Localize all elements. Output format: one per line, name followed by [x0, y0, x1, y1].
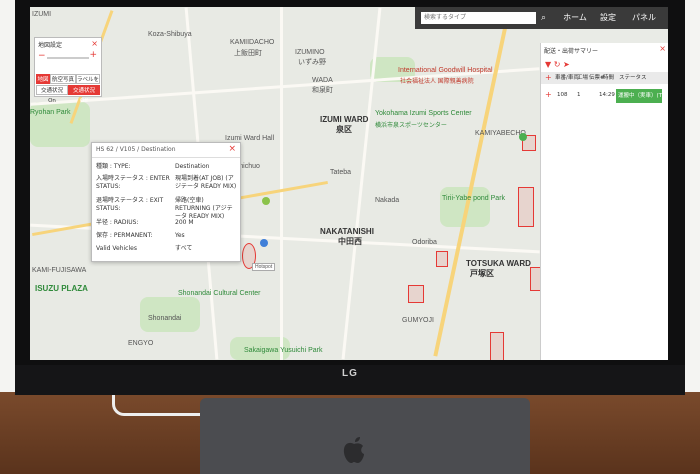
vehicle-cell: 108 — [557, 92, 568, 98]
zoom-out-icon[interactable]: − — [38, 51, 46, 61]
add-icon[interactable]: + — [545, 89, 552, 101]
popup-value: 現場到着(AT JOB) (アジテータ READY MIX) — [175, 175, 237, 190]
map-label: 戸塚区 — [470, 269, 494, 278]
geofence-zone[interactable] — [408, 285, 424, 303]
map-label: Sakaigawa Yusuichi Park — [244, 347, 323, 354]
highway — [433, 10, 511, 357]
map-label: 社会福祉法人 国際親善病院 — [400, 79, 474, 85]
popup-value: すべて — [175, 245, 193, 252]
nav-panel[interactable]: パネル — [624, 7, 664, 29]
map-label: ENGYO — [128, 340, 154, 347]
nav-settings[interactable]: 設定 — [592, 7, 624, 29]
popup-value: Yes — [175, 232, 185, 239]
map-label: いずみ野 — [298, 59, 326, 66]
popup-label: 保存 : PERMANENT: — [96, 232, 153, 239]
column-header: 時間 — [603, 75, 615, 81]
popup-label: 入場時ステータス : ENTER STATUS: — [96, 175, 170, 190]
status-badge: 運搬中（実車）(TO JOB — [616, 89, 662, 103]
map-label: Tirii-Yabe pond Park — [442, 195, 506, 202]
geofence-zone[interactable] — [490, 332, 504, 360]
map-label: NAKATANISHI — [320, 227, 374, 236]
map-type-button[interactable]: 地図 — [36, 74, 50, 84]
divider — [92, 157, 240, 158]
column-header: 工場 — [577, 75, 589, 81]
nav-home[interactable]: ホーム — [558, 7, 592, 29]
close-icon[interactable]: × — [91, 39, 98, 48]
map-label: GUMYOJI — [402, 317, 434, 324]
summary-toolbar: ▼ ↻ ➤ — [545, 60, 570, 69]
map-label: Ryohan Park — [30, 109, 71, 116]
popup-value: Destination — [175, 163, 210, 170]
delivery-summary-panel: 配送・出荷サマリー × ▼ ↻ ➤ + 車番/車両 工場 伝票# 時間 ステータ… — [540, 43, 668, 360]
column-header: ステータス — [619, 75, 647, 81]
map-label: 横浜市泉スポーツセンター — [375, 123, 447, 129]
close-icon[interactable]: × — [659, 44, 666, 53]
geofence-zone[interactable] — [518, 187, 534, 227]
map-label: IZUMI WARD — [320, 115, 369, 124]
satellite-button[interactable]: 航空写真 — [50, 74, 76, 84]
popup-label: 種類 : TYPE: — [96, 163, 131, 170]
map-label: TOTSUKA WARD — [466, 259, 531, 268]
map-label: Shonandai — [148, 315, 182, 322]
search-input[interactable] — [421, 12, 536, 24]
plant-cell: 1 — [577, 92, 581, 98]
map-label: ISUZU PLAZA — [35, 284, 88, 293]
add-icon[interactable]: + — [545, 72, 552, 84]
map-settings-panel: 地図設定 × − + 地図 航空写真 ラベルを 交通状況 On 交通状況 Off — [34, 37, 102, 104]
table-header: + 車番/車両 工場 伝票# 時間 ステータス — [541, 72, 668, 84]
popup-title: HS 62 / V105 / Destination — [96, 146, 176, 153]
map-label: Nakada — [375, 197, 400, 204]
filter-icon[interactable]: ▼ — [545, 60, 551, 69]
traffic-on-button[interactable]: 交通状況 On — [36, 85, 68, 104]
map-settings-title: 地図設定 — [38, 42, 63, 49]
road — [341, 7, 382, 360]
traffic-off-button[interactable]: 交通状況 Off — [68, 85, 100, 104]
map-label: 泉区 — [336, 125, 352, 134]
map-label: Tateba — [330, 169, 352, 176]
popup-label: Valid Vehicles — [96, 245, 137, 252]
vehicle-marker-icon[interactable] — [262, 197, 270, 205]
geofence-popup: HS 62 / V105 / Destination × 種類 : TYPE: … — [91, 142, 241, 262]
map-label: Shonandai Cultural Center — [178, 290, 261, 297]
map-label: IZUMINO — [295, 49, 325, 56]
map-label: Koza-Shibuya — [148, 31, 192, 38]
map-label: KAMI-FUJISAWA — [32, 267, 87, 274]
zoom-in-icon[interactable]: + — [89, 50, 97, 60]
screen: KAMIIDACHO 上飯田町 IZUMINO いずみ野 WADA 和泉町 In… — [30, 7, 668, 360]
map-label: Izumi Ward Hall — [225, 135, 275, 142]
time-cell: 14:29 — [599, 92, 615, 98]
geofence-zone[interactable] — [436, 251, 448, 267]
popup-label: 半径 : RADIUS: — [96, 219, 139, 226]
map-label: Odoriba — [412, 239, 437, 246]
map-label: 中田西 — [338, 237, 362, 246]
brand-logo: LG — [342, 368, 358, 379]
map-label: Yokohama Izumi Sports Center — [375, 110, 472, 117]
popup-label: 退場時ステータス : EXIT STATUS: — [96, 197, 164, 212]
map-label: IZUMI — [32, 11, 52, 18]
popup-value: 200 M — [175, 219, 194, 226]
table-row[interactable]: + 108 1 14:29 運搬中（実車）(TO JOB — [541, 89, 668, 103]
labels-button[interactable]: ラベルを — [76, 74, 100, 84]
apple-logo-icon — [343, 437, 364, 463]
map-label: 和泉町 — [312, 87, 333, 94]
summary-title: 配送・出荷サマリー — [544, 48, 599, 55]
hotspot-label[interactable]: Hotspot — [252, 263, 276, 271]
vehicle-marker-icon[interactable] — [260, 239, 268, 247]
map-label: KAMIIDACHO — [230, 39, 275, 46]
opacity-slider[interactable] — [47, 57, 89, 59]
map-label: 上飯田町 — [234, 50, 262, 57]
column-header: 車番/車両 — [555, 75, 579, 81]
search-icon[interactable]: ⌕ — [541, 12, 553, 24]
plant-marker-icon[interactable] — [519, 133, 527, 141]
popup-value: 帰路(空車) RETURNING (アジテータ READY MIX) — [175, 197, 233, 220]
refresh-icon[interactable]: ↻ — [554, 60, 561, 69]
close-icon[interactable]: × — [228, 144, 236, 154]
road — [280, 7, 283, 360]
map-label: International Goodwill Hospital — [398, 67, 493, 74]
map-label: WADA — [312, 77, 333, 84]
send-icon[interactable]: ➤ — [563, 60, 570, 69]
